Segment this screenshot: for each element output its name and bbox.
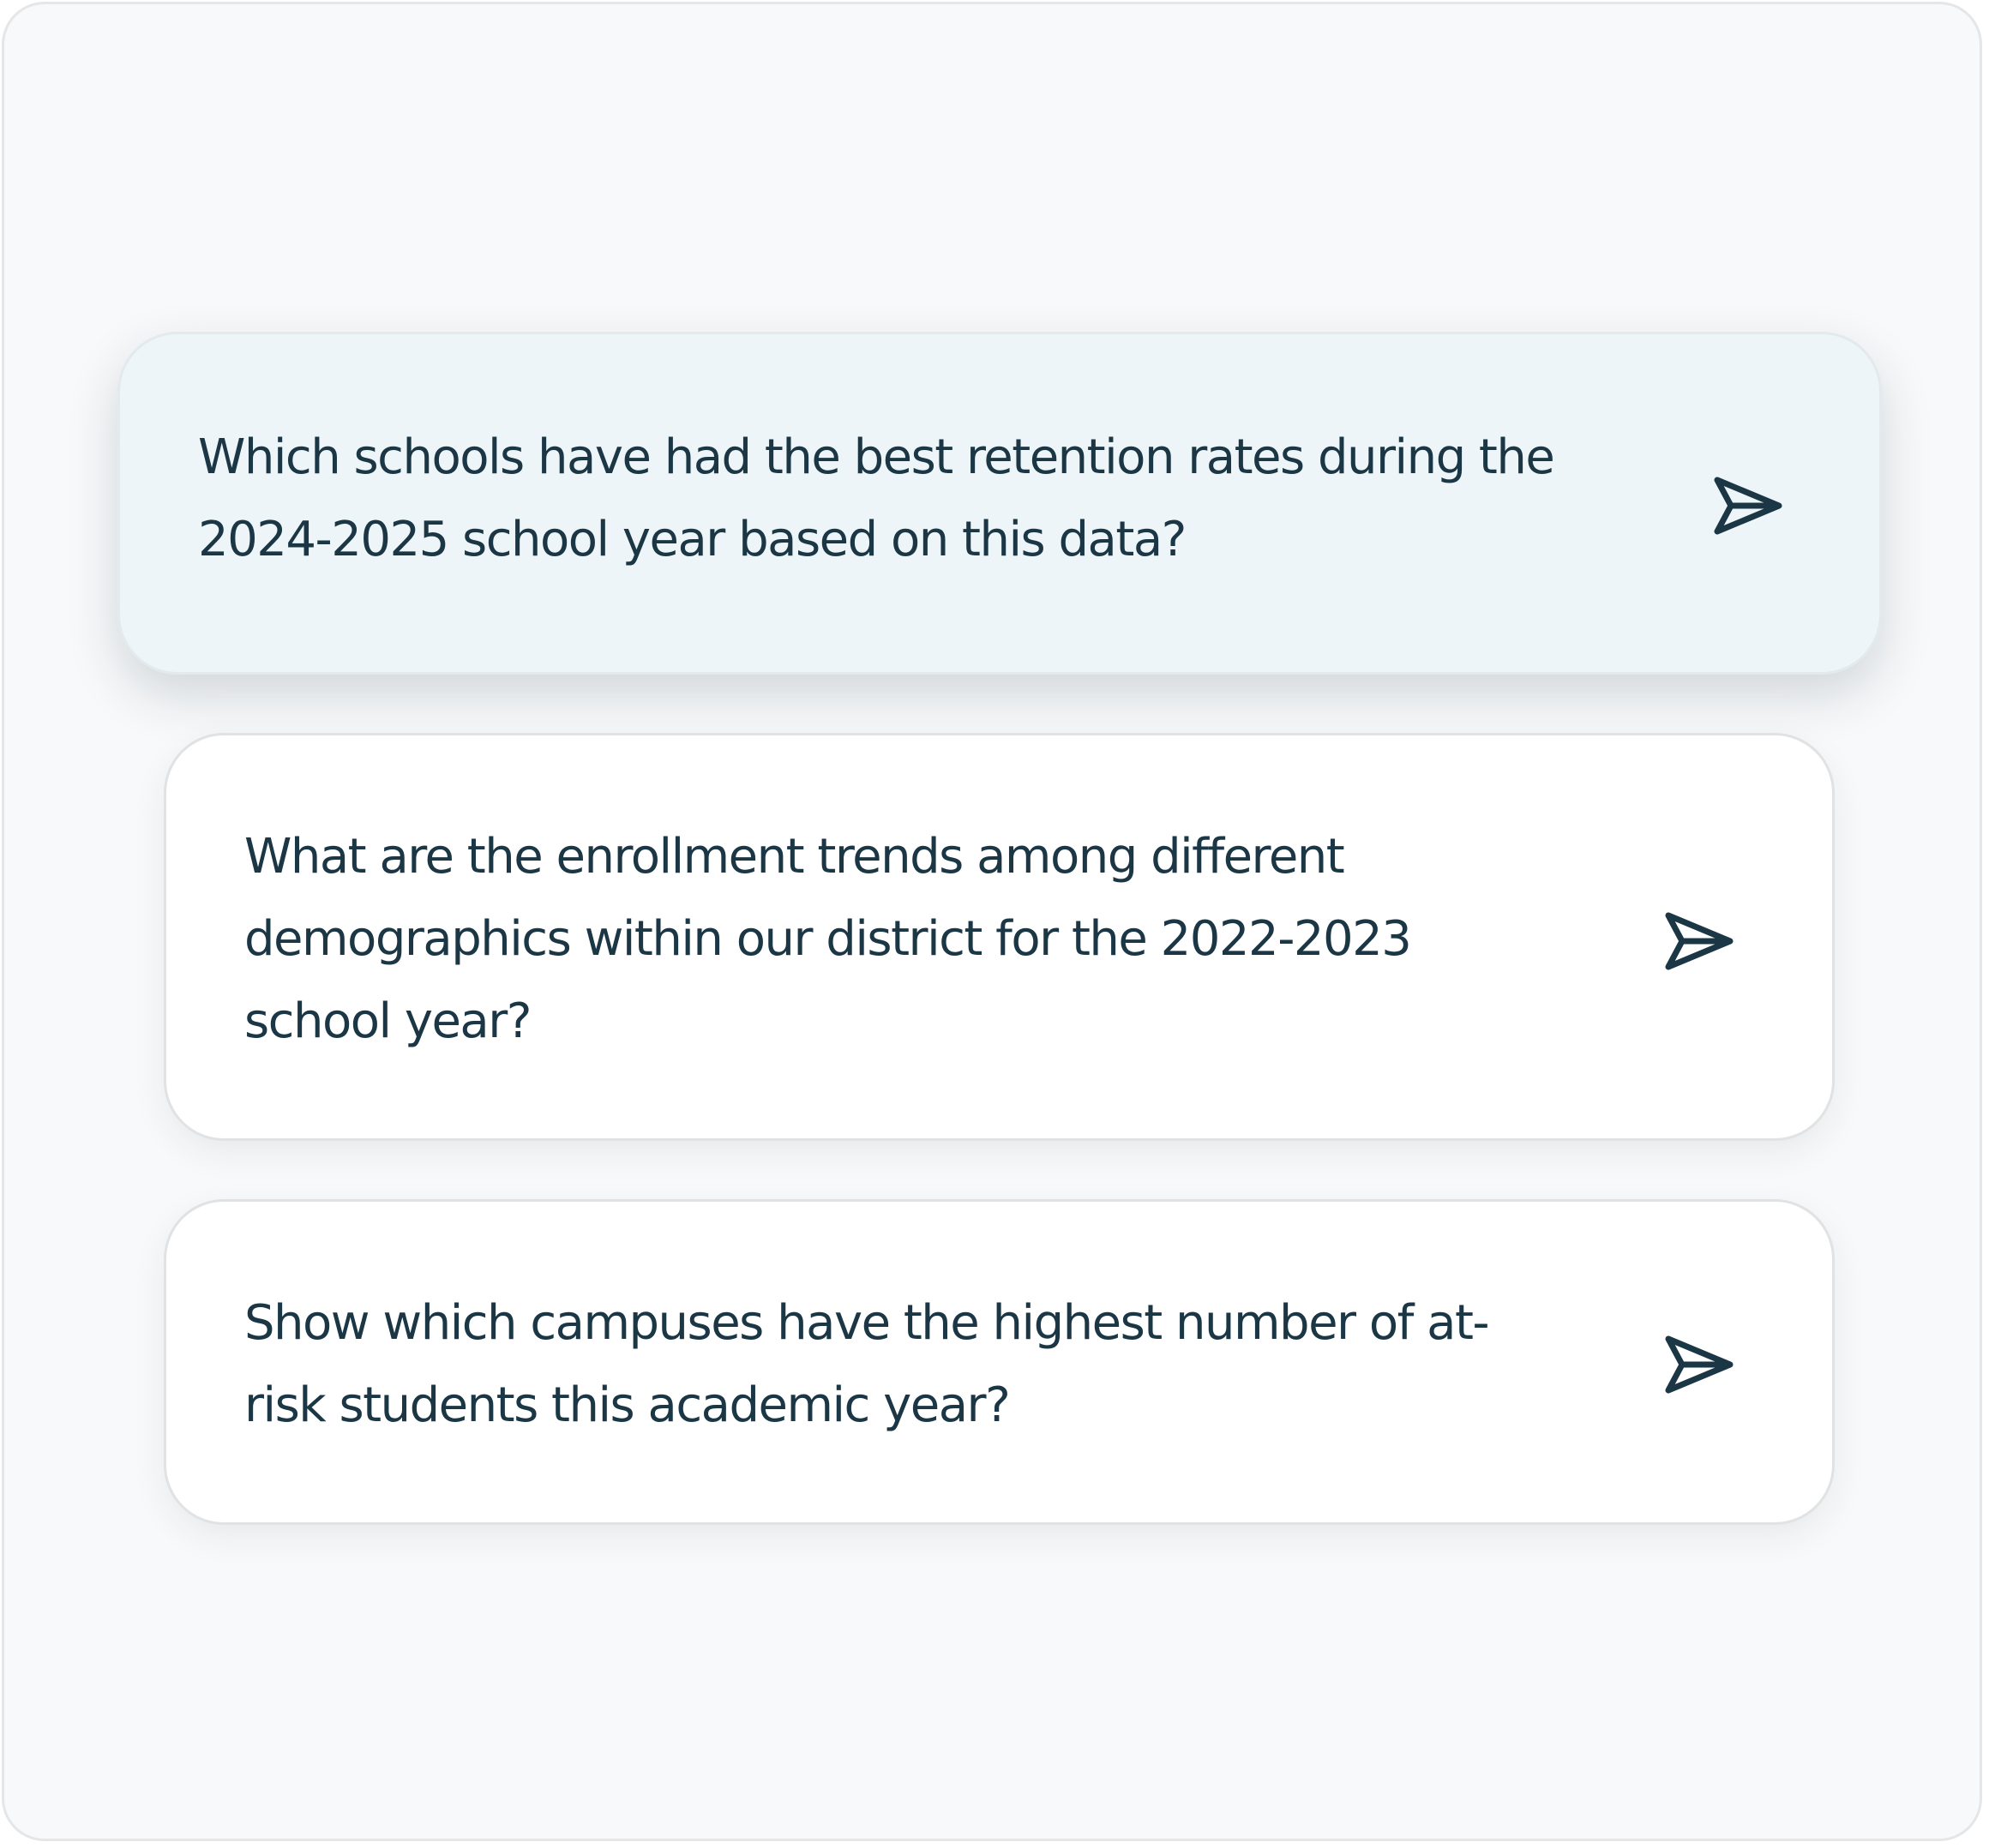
- question-line: Which schools have had the best retentio…: [198, 429, 1555, 485]
- question-line: risk students this academic year?: [244, 1377, 1011, 1433]
- suggested-question-text: What are the enrollment trends among dif…: [244, 816, 1412, 1063]
- send-icon[interactable]: [1663, 1334, 1735, 1395]
- suggested-question-text: Which schools have had the best retentio…: [198, 417, 1555, 581]
- suggested-question-card[interactable]: Show which campuses have the highest num…: [164, 1199, 1835, 1525]
- question-line: demographics within our district for the…: [244, 911, 1412, 967]
- question-line: school year?: [244, 993, 532, 1049]
- suggestions-panel: Which schools have had the best retentio…: [2, 2, 1982, 1841]
- send-icon[interactable]: [1712, 475, 1784, 537]
- suggested-question-card[interactable]: Which schools have had the best retentio…: [117, 332, 1882, 675]
- suggested-question-text: Show which campuses have the highest num…: [244, 1282, 1490, 1447]
- question-line: What are the enrollment trends among dif…: [244, 829, 1345, 885]
- question-line: 2024-2025 school year based on this data…: [198, 512, 1187, 567]
- send-icon[interactable]: [1663, 910, 1735, 972]
- suggested-question-card[interactable]: What are the enrollment trends among dif…: [164, 733, 1835, 1141]
- question-line: Show which campuses have the highest num…: [244, 1295, 1490, 1351]
